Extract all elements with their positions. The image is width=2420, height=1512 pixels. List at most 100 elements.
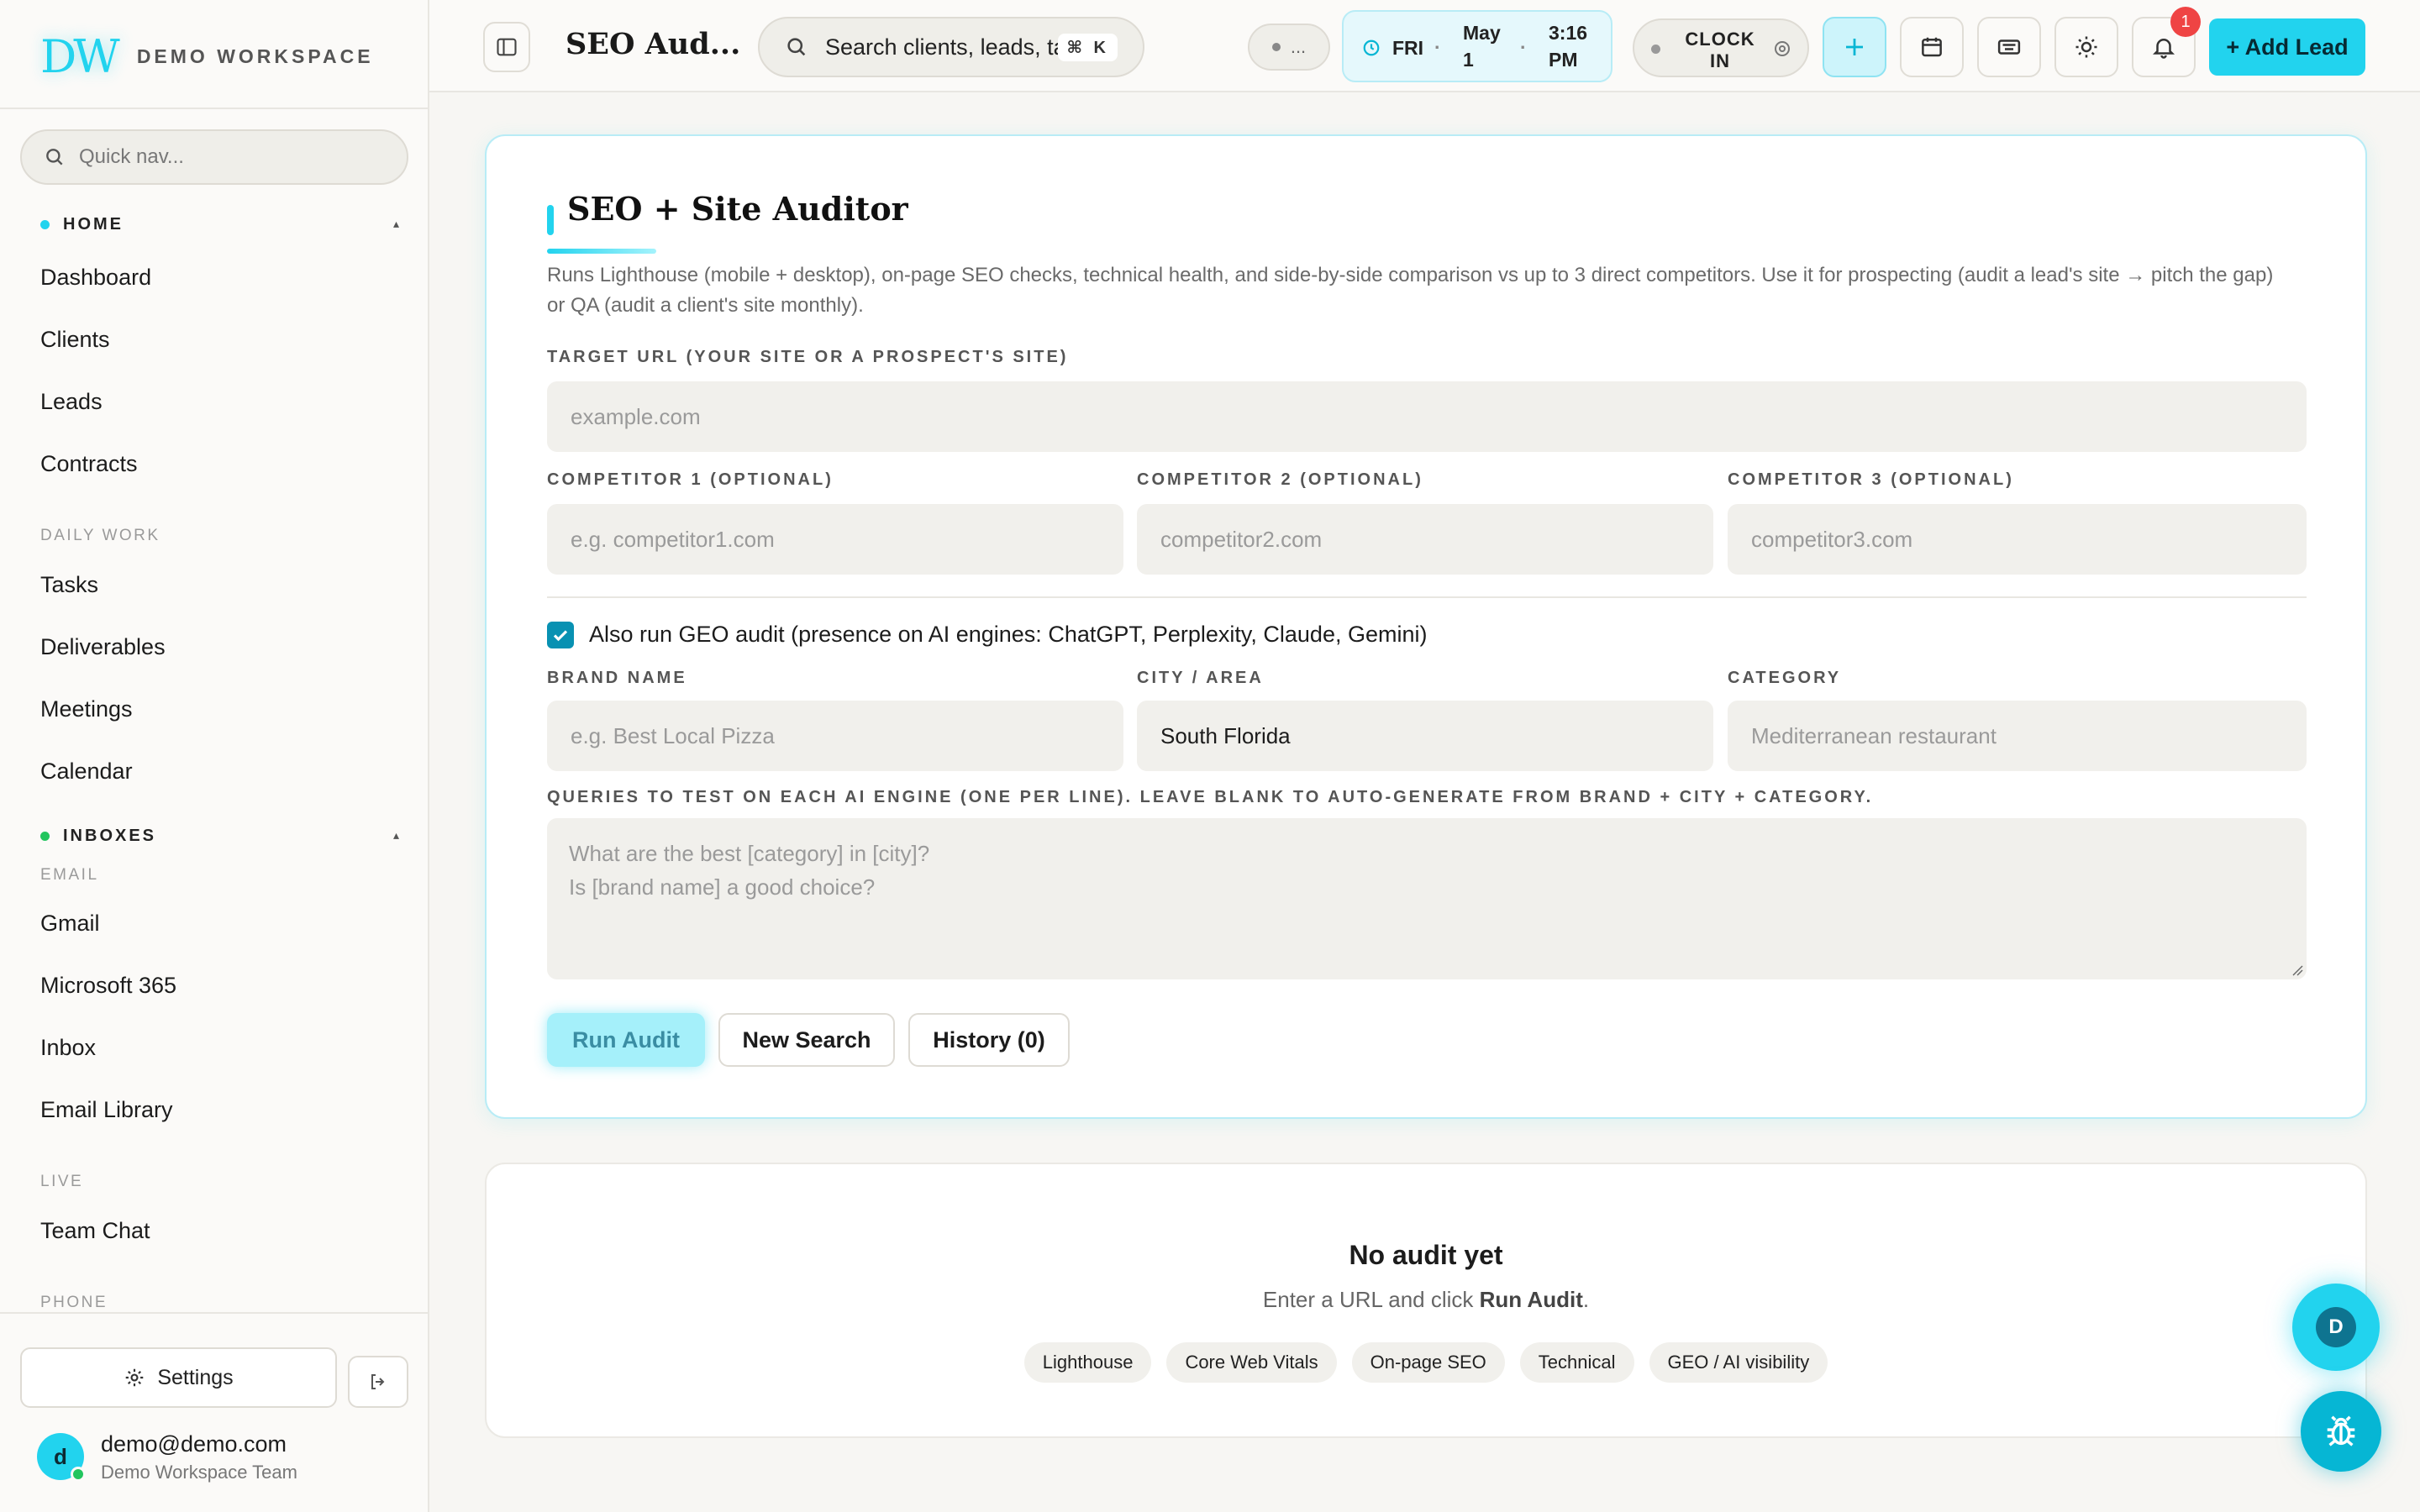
collapse-caret-icon[interactable]: ▴: [393, 217, 399, 231]
gear-icon[interactable]: [1772, 39, 1792, 59]
notifications-button[interactable]: 1: [2132, 7, 2201, 77]
settings-label: Settings: [157, 1365, 234, 1389]
target-url-input[interactable]: example.com: [547, 381, 2307, 452]
clock-in-button[interactable]: CLOCK IN: [1633, 18, 1809, 77]
divider: [547, 596, 2307, 598]
history-button[interactable]: History (0): [908, 1013, 1070, 1067]
geo-audit-checkbox[interactable]: [547, 622, 574, 648]
quick-add-button[interactable]: [1823, 17, 1886, 77]
clock-icon: [1363, 39, 1380, 56]
new-search-button[interactable]: New Search: [718, 1013, 895, 1067]
sidebar-toggle-button[interactable]: [483, 22, 530, 72]
competitor-1-input[interactable]: e.g. competitor1.com: [547, 504, 1123, 575]
divider: [0, 108, 428, 109]
page-title: SEO Aud...: [566, 27, 741, 61]
run-audit-button[interactable]: Run Audit: [547, 1013, 705, 1067]
sidebar-item-microsoft-365[interactable]: Microsoft 365: [40, 973, 176, 999]
calendar-button[interactable]: [1900, 17, 1964, 77]
feature-tag: On-page SEO: [1351, 1342, 1505, 1383]
brand[interactable]: DW DEMO WORKSPACE: [40, 30, 374, 83]
avatar-initial: d: [54, 1443, 67, 1469]
sidebar-item-email-library[interactable]: Email Library: [40, 1097, 173, 1123]
title-accent-bar: [547, 205, 554, 235]
search-icon: [46, 149, 63, 165]
competitor-2-input[interactable]: competitor2.com: [1137, 504, 1713, 575]
category-input[interactable]: Mediterranean restaurant: [1728, 701, 2307, 771]
feature-tag: Technical: [1519, 1342, 1634, 1383]
bug-report-fab-button[interactable]: [2301, 1391, 2381, 1472]
nav-list[interactable]: HOME ▴ Dashboard Clients Leads Contracts…: [0, 202, 428, 1312]
empty-state-subtitle: Enter a URL and click Run Audit.: [487, 1287, 2365, 1313]
nav-group-label: LIVE: [40, 1173, 84, 1190]
sidebar-item-tasks[interactable]: Tasks: [40, 572, 98, 598]
bug-icon: [2327, 1415, 2355, 1446]
resize-handle-icon[interactable]: [2290, 963, 2303, 976]
quick-nav-input[interactable]: Quick nav...: [20, 129, 408, 185]
feature-tags: Lighthouse Core Web Vitals On-page SEO T…: [487, 1342, 2365, 1383]
queries-placeholder-line: What are the best [category] in [city]?: [569, 841, 930, 866]
competitor-3-input[interactable]: competitor3.com: [1728, 504, 2307, 575]
logout-button[interactable]: [348, 1356, 408, 1408]
sidebar-item-calendar[interactable]: Calendar: [40, 759, 133, 785]
month-label: May: [1463, 22, 1501, 44]
section-dot: [40, 220, 50, 229]
status-dot: [1271, 43, 1281, 51]
section-dot: [40, 832, 50, 841]
divider: [0, 1312, 428, 1314]
sidebar-item-dashboard[interactable]: Dashboard: [40, 265, 151, 291]
results-empty-state: No audit yet Enter a URL and click Run A…: [485, 1163, 2367, 1438]
card-title: SEO + Site Auditor: [567, 190, 908, 228]
queries-placeholder-line: Is [brand name] a good choice?: [569, 874, 876, 900]
plus-icon: [1846, 39, 1863, 55]
search-icon: [787, 38, 806, 56]
theme-toggle-button[interactable]: [2054, 17, 2118, 77]
nav-section-home[interactable]: HOME: [40, 215, 124, 234]
clock-status-dot: [1651, 45, 1660, 54]
seo-auditor-card: SEO + Site Auditor Runs Lighthouse (mobi…: [485, 134, 2367, 1119]
feature-tag: Core Web Vitals: [1166, 1342, 1337, 1383]
nav-section-label: HOME: [63, 215, 124, 234]
keyboard-shortcuts-button[interactable]: [1977, 17, 2041, 77]
sidebar-item-leads[interactable]: Leads: [40, 389, 103, 415]
brand-logo: DW: [40, 30, 120, 83]
online-status-dot: [71, 1467, 86, 1482]
clock-in-label-2: IN: [1710, 50, 1730, 71]
feature-tag: Lighthouse: [1023, 1342, 1152, 1383]
sidebar-item-contracts[interactable]: Contracts: [40, 451, 138, 477]
add-lead-button[interactable]: + Add Lead: [2209, 18, 2365, 76]
competitor-2-label: COMPETITOR 2 (OPTIONAL): [1137, 470, 1423, 489]
brand-name-input[interactable]: e.g. Best Local Pizza: [547, 701, 1123, 771]
nav-section-inboxes[interactable]: INBOXES: [40, 827, 156, 846]
feature-tag: GEO / AI visibility: [1649, 1342, 1828, 1383]
keyboard-icon: [1997, 39, 2021, 55]
geo-audit-label[interactable]: Also run GEO audit (presence on AI engin…: [589, 622, 1427, 648]
queries-textarea[interactable]: What are the best [category] in [city]? …: [547, 818, 2307, 979]
sidebar-item-deliverables[interactable]: Deliverables: [40, 634, 166, 660]
user-team: Demo Workspace Team: [101, 1462, 297, 1483]
user-email: demo@demo.com: [101, 1431, 287, 1457]
nav-group-label: EMAIL: [40, 866, 99, 884]
quick-nav-placeholder: Quick nav...: [79, 145, 184, 168]
collapse-caret-icon[interactable]: ▴: [393, 828, 399, 843]
category-label: CATEGORY: [1728, 669, 1842, 687]
settings-button[interactable]: Settings: [20, 1347, 337, 1408]
top-header: SEO Aud... Search clients, leads, tasks.…: [429, 0, 2420, 92]
avatar[interactable]: d: [37, 1433, 86, 1482]
gear-icon: [126, 1368, 144, 1387]
sidebar-item-clients[interactable]: Clients: [40, 327, 110, 353]
status-text: ...: [1290, 36, 1307, 57]
sidebar-item-meetings[interactable]: Meetings: [40, 696, 133, 722]
status-pill[interactable]: ...: [1248, 24, 1330, 71]
time-label: 3:16: [1549, 22, 1588, 44]
sidebar-item-team-chat[interactable]: Team Chat: [40, 1218, 150, 1244]
ampm-label: PM: [1549, 49, 1578, 71]
queries-label: QUERIES TO TEST ON EACH AI ENGINE (ONE P…: [547, 788, 1874, 806]
nav-group-label: DAILY WORK: [40, 527, 160, 544]
assistant-fab-button[interactable]: D: [2292, 1284, 2380, 1371]
city-area-input[interactable]: South Florida: [1137, 701, 1713, 771]
global-search-input[interactable]: Search clients, leads, tasks... ⌘ K: [758, 17, 1144, 77]
sidebar-item-gmail[interactable]: Gmail: [40, 911, 100, 937]
sidebar-item-inbox[interactable]: Inbox: [40, 1035, 96, 1061]
date-time-widget[interactable]: FRI · May 1 · 3:16 PM: [1342, 10, 1612, 82]
brand-name: DEMO WORKSPACE: [136, 45, 374, 67]
